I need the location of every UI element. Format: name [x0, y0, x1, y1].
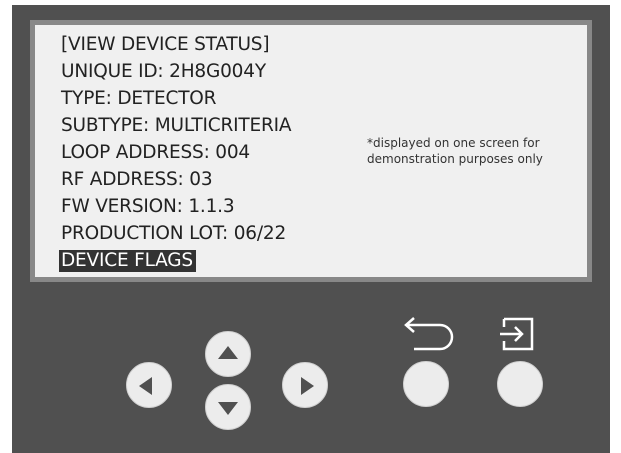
fw-version-line: FW VERSION: 1.1.3 — [61, 196, 235, 217]
loop-address-line: LOOP ADDRESS: 004 — [61, 142, 251, 163]
triangle-left-icon — [139, 377, 152, 395]
enter-button[interactable] — [497, 361, 543, 407]
left-button[interactable] — [126, 362, 172, 408]
enter-icon — [500, 317, 534, 351]
display-frame: [VIEW DEVICE STATUS] UNIQUE ID: 2H8G004Y… — [30, 20, 592, 282]
right-button[interactable] — [282, 362, 328, 408]
unique-id-line: UNIQUE ID: 2H8G004Y — [61, 61, 266, 82]
type-line: TYPE: DETECTOR — [61, 88, 217, 109]
subtype-line: SUBTYPE: MULTICRITERIA — [61, 115, 292, 136]
production-lot-line: PRODUCTION LOT: 06/22 — [61, 223, 287, 244]
device-panel: [VIEW DEVICE STATUS] UNIQUE ID: 2H8G004Y… — [12, 5, 610, 453]
device-flags-label: DEVICE FLAGS — [59, 250, 196, 272]
rf-address-line: RF ADDRESS: 03 — [61, 169, 213, 190]
device-flags-item[interactable]: DEVICE FLAGS — [59, 247, 291, 274]
up-button[interactable] — [205, 331, 251, 377]
back-button[interactable] — [403, 361, 449, 407]
demo-note: *displayed on one screen for demonstrati… — [367, 136, 543, 166]
triangle-down-icon — [218, 402, 238, 415]
return-arrow-icon — [404, 317, 454, 351]
status-menu: [VIEW DEVICE STATUS] UNIQUE ID: 2H8G004Y… — [59, 31, 292, 274]
down-button[interactable] — [205, 384, 251, 430]
triangle-right-icon — [301, 377, 314, 395]
display-screen: [VIEW DEVICE STATUS] UNIQUE ID: 2H8G004Y… — [35, 25, 587, 277]
menu-title: [VIEW DEVICE STATUS] — [61, 34, 270, 55]
triangle-up-icon — [218, 346, 238, 359]
